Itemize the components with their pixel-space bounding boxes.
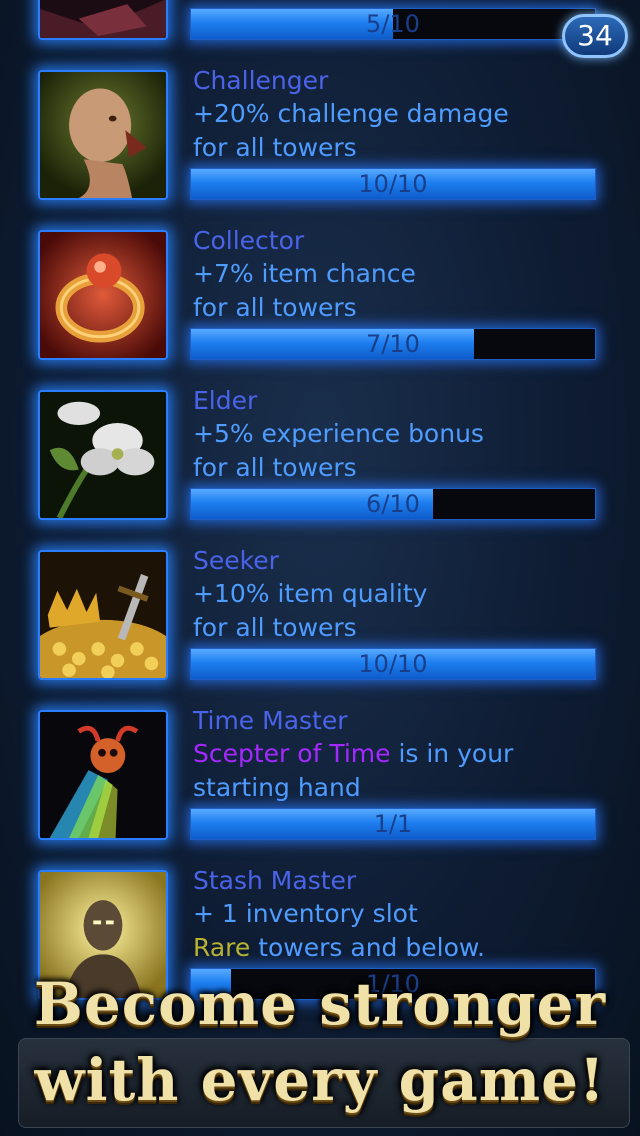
- talent-desc-line: +20% challenge damage: [193, 99, 509, 128]
- talent-name: Time Master: [193, 706, 348, 735]
- talent-name: Stash Master: [193, 866, 357, 895]
- level-badge: 34: [562, 14, 628, 58]
- talent-desc-line: + 1 inventory slot: [193, 899, 418, 928]
- talent-text: Seeker +10% item quality for all towers: [193, 545, 613, 645]
- talent-name: Seeker: [193, 546, 279, 575]
- talent-row-elder[interactable]: Elder +5% experience bonus for all tower…: [0, 320, 640, 520]
- talent-desc-line: Scepter of Time is in your: [193, 737, 613, 771]
- talent-text: Challenger +20% challenge damage for all…: [193, 65, 613, 165]
- talent-row-collector[interactable]: Collector +7% item chance for all towers…: [0, 160, 640, 360]
- promo-banner-line-2: with every game!: [34, 1046, 606, 1114]
- talent-name: Challenger: [193, 66, 329, 95]
- talent-row-time-master[interactable]: Time Master Scepter of Time is in your s…: [0, 640, 640, 840]
- talent-text: Collector +7% item chance for all towers: [193, 225, 613, 325]
- talent-desc-text: towers and below.: [250, 933, 485, 962]
- talent-desc-line: +7% item chance: [193, 259, 416, 288]
- talent-text: Stash Master + 1 inventory slot Rare tow…: [193, 865, 613, 965]
- talent-row-stash-master[interactable]: Stash Master + 1 inventory slot Rare tow…: [0, 800, 640, 1000]
- talent-row-seeker[interactable]: Seeker +10% item quality for all towers …: [0, 480, 640, 680]
- talent-text: Time Master Scepter of Time is in your s…: [193, 705, 613, 805]
- talent-desc-line: +5% experience bonus: [193, 419, 484, 448]
- talent-desc-text: is in your: [390, 739, 514, 768]
- highlight-rarity: Rare: [193, 933, 251, 962]
- talent-row-challenger[interactable]: Challenger +20% challenge damage for all…: [0, 0, 640, 200]
- talent-list: 5/10 Challenger +20% challenge damage fo…: [0, 0, 640, 1136]
- talent-text: Elder +5% experience bonus for all tower…: [193, 385, 613, 485]
- talent-desc-line: +10% item quality: [193, 579, 428, 608]
- talent-desc-line: Rare towers and below.: [193, 931, 613, 965]
- highlight-card-name: Scepter of Time: [193, 739, 391, 768]
- promo-banner-line-1: Become stronger: [33, 970, 607, 1038]
- talent-name: Elder: [193, 386, 258, 415]
- talent-name: Collector: [193, 226, 305, 255]
